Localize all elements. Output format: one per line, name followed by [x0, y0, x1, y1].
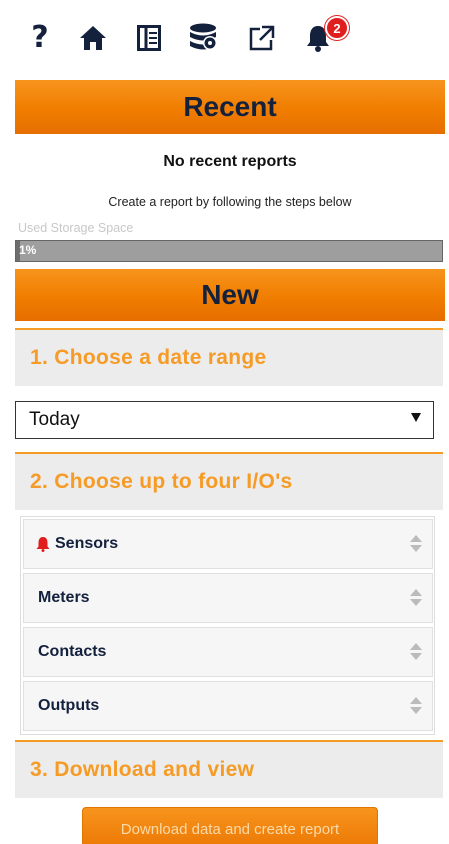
- io-item-sensors[interactable]: Sensors: [23, 519, 433, 569]
- dropdown-arrow-icon: [411, 413, 421, 422]
- panel-icon[interactable]: [135, 22, 163, 54]
- step-download-header: 3. Download and view: [15, 740, 443, 798]
- external-link-icon[interactable]: [247, 22, 277, 54]
- sort-icon: [410, 535, 422, 555]
- sort-icon: [410, 697, 422, 717]
- sort-icon: [410, 643, 422, 663]
- toolbar: ? 2: [0, 0, 449, 76]
- create-report-hint: Create a report by following the steps b…: [108, 195, 352, 209]
- step-io-header: 2. Choose up to four I/O's: [15, 452, 443, 510]
- date-range-select[interactable]: Today: [15, 401, 434, 439]
- no-reports-text: No recent reports: [163, 153, 297, 170]
- date-range-selected-value: Today: [29, 409, 80, 430]
- download-report-button[interactable]: Download data and create report: [82, 807, 378, 844]
- sort-icon: [410, 589, 422, 609]
- database-icon[interactable]: [188, 22, 222, 54]
- storage-label: Used Storage Space: [18, 221, 134, 235]
- storage-progress-bar: 1%: [15, 240, 443, 262]
- home-icon[interactable]: [78, 22, 108, 54]
- storage-percent-text: 1%: [19, 243, 37, 257]
- io-item-outputs[interactable]: Outputs: [23, 681, 433, 731]
- io-type-list: Sensors Meters Contacts Outputs: [20, 516, 435, 735]
- io-item-label: Outputs: [38, 697, 100, 714]
- io-item-contacts[interactable]: Contacts: [23, 627, 433, 677]
- notification-badge[interactable]: 2: [325, 16, 349, 40]
- alarm-bell-icon: [35, 536, 51, 552]
- new-header: New: [15, 269, 445, 321]
- io-item-label: Meters: [38, 589, 90, 606]
- step-date-range-header: 1. Choose a date range: [15, 328, 443, 386]
- help-icon[interactable]: ?: [28, 22, 52, 54]
- io-item-label: Sensors: [55, 535, 119, 552]
- recent-header: Recent: [15, 80, 445, 134]
- io-item-label: Contacts: [38, 643, 107, 660]
- io-item-meters[interactable]: Meters: [23, 573, 433, 623]
